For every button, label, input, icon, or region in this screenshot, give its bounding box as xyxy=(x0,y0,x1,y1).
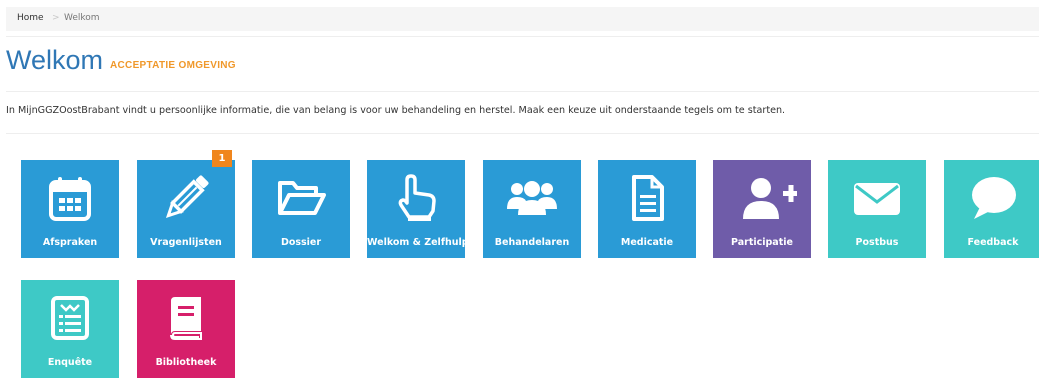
tile-label: Participatie xyxy=(731,237,793,248)
tile-label: Vragenlijsten xyxy=(150,237,222,248)
tile-medicatie[interactable]: Medicatie xyxy=(598,160,696,258)
hand-pointer-icon xyxy=(398,174,436,221)
tile-bibliotheek[interactable]: Bibliotheek xyxy=(137,280,235,378)
tile-label: Afspraken xyxy=(42,237,98,248)
tile-participatie[interactable]: Participatie xyxy=(713,160,811,258)
breadcrumb: Home > Welkom xyxy=(6,7,1039,31)
notification-badge: 1 xyxy=(212,150,232,167)
divider xyxy=(6,36,1039,37)
document-icon xyxy=(632,175,664,221)
tile-afspraken[interactable]: Afspraken xyxy=(21,160,119,258)
folder-open-icon xyxy=(278,181,326,215)
tile-label: Enquête xyxy=(47,357,93,368)
tile-dossier[interactable]: Dossier xyxy=(252,160,350,258)
tile-welkom-zelfhulp[interactable]: Welkom & Zelfhulp xyxy=(367,160,469,258)
book-icon xyxy=(170,297,202,340)
envelope-icon xyxy=(854,183,900,215)
page-title: Welkom xyxy=(6,45,104,75)
divider xyxy=(6,91,1039,92)
divider xyxy=(6,133,1039,134)
tile-label: Bibliotheek xyxy=(155,357,217,368)
tile-postbus[interactable]: Postbus xyxy=(828,160,926,258)
environment-label: ACCEPTATIE OMGEVING xyxy=(110,60,236,71)
users-icon xyxy=(507,181,557,215)
tile-behandelaren[interactable]: Behandelaren xyxy=(483,160,581,258)
tile-label: Medicatie xyxy=(620,237,674,248)
user-plus-icon xyxy=(743,178,797,219)
tile-vragenlijsten[interactable]: 1 Vragenlijsten xyxy=(137,150,235,258)
tile-enquete[interactable]: Enquête xyxy=(21,280,119,378)
tile-label: Dossier xyxy=(280,237,322,248)
breadcrumb-home-link[interactable]: Home xyxy=(17,13,44,23)
tile-label: Postbus xyxy=(855,237,899,248)
breadcrumb-separator: > xyxy=(52,13,60,23)
calendar-icon xyxy=(49,177,91,221)
survey-icon xyxy=(51,296,89,340)
tile-label: Behandelaren xyxy=(494,237,570,248)
intro-text: In MijnGGZOostBrabant vindt u persoonlij… xyxy=(6,105,786,116)
breadcrumb-current: Welkom xyxy=(64,13,100,23)
speech-bubble-icon xyxy=(972,177,1016,219)
tile-label: Welkom & Zelfhulp xyxy=(367,237,469,248)
tile-feedback[interactable]: Feedback xyxy=(944,160,1039,258)
tile-label: Feedback xyxy=(967,237,1019,248)
pencil-icon xyxy=(165,175,209,219)
